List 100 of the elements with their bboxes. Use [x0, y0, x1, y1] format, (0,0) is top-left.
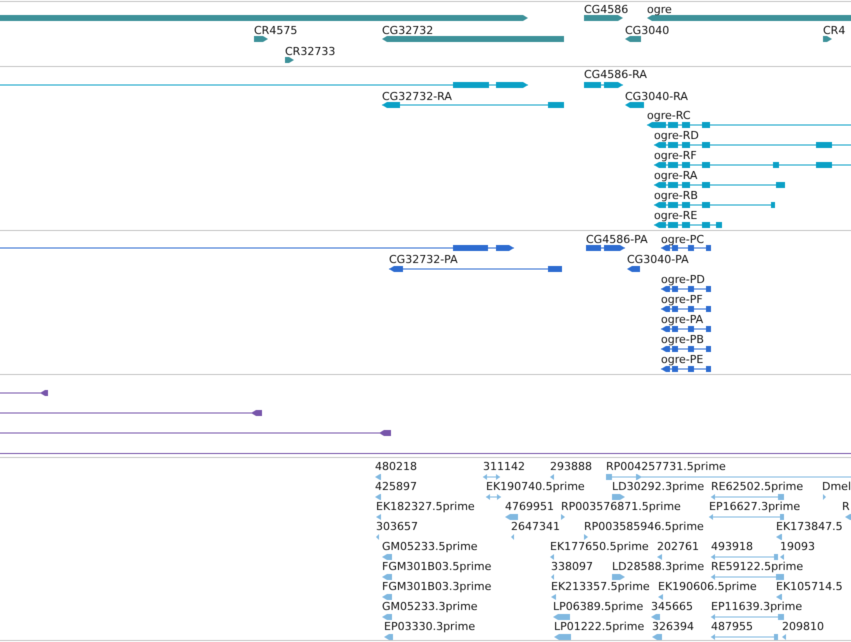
feature-label: EK182327.5prime — [376, 500, 475, 513]
feature-label: CG3040 — [625, 24, 670, 37]
feature-label: EP11639.3prime — [711, 600, 802, 613]
est-glyph — [486, 494, 501, 500]
feature-label: CG32732-RA — [382, 90, 452, 103]
est-glyph — [553, 614, 570, 620]
feature-label: ogre-RB — [654, 189, 698, 202]
feature-label: CG3040-RA — [625, 90, 688, 103]
feature-label: ogre-RF — [654, 149, 697, 162]
gene-glyph — [254, 36, 268, 42]
est-glyph — [376, 534, 379, 540]
feature-label: LP01222.5prime — [554, 620, 644, 633]
est-glyph — [382, 574, 392, 580]
est-glyph — [551, 574, 554, 580]
gene-glyph — [584, 15, 623, 21]
protein-glyph — [661, 346, 711, 352]
est-glyph — [505, 514, 518, 520]
feature-label: 425897 — [375, 480, 417, 493]
feature-label: 487955 — [711, 620, 753, 633]
est-glyph — [511, 534, 514, 540]
transcript-glyph — [584, 82, 623, 88]
feature-label: EK105714.5 — [776, 580, 843, 593]
feature-label: 303657 — [376, 520, 418, 533]
feature-label: 311142 — [483, 460, 525, 473]
feature-label: CG3040-PA — [627, 253, 689, 266]
est-glyph — [375, 474, 381, 480]
feature-label: GM05233.5prime — [382, 540, 478, 553]
est-glyph — [554, 634, 571, 640]
gene-glyph — [285, 57, 294, 63]
feature-label: ogre-PA — [661, 313, 704, 326]
feature-label: LP06389.5prime — [553, 600, 644, 613]
est-glyph — [711, 554, 778, 560]
feature-label: R — [842, 500, 850, 513]
protein-glyph — [586, 245, 625, 251]
feature-label: 345665 — [651, 600, 693, 613]
feature-label: 293888 — [550, 460, 592, 473]
feature-label: RE59122.5prime — [711, 560, 804, 573]
est-glyph — [780, 554, 784, 560]
est-glyph — [612, 494, 625, 500]
feature-label: ogre-PC — [661, 233, 704, 246]
est-glyph — [384, 634, 393, 640]
feature-label: CR4 — [823, 24, 846, 37]
est-glyph — [551, 594, 556, 600]
est-glyph — [561, 514, 565, 520]
feature-label: CG32732 — [382, 24, 434, 37]
feature-label: 202761 — [657, 540, 699, 553]
protein-glyph — [661, 306, 711, 312]
feature-label: 338097 — [551, 560, 593, 573]
feature-label: FGM301B03.5prime — [382, 560, 492, 573]
est-glyph — [612, 574, 625, 580]
est-glyph — [651, 614, 660, 620]
est-glyph — [550, 474, 554, 480]
est-glyph — [376, 514, 381, 520]
feature-label: CR32733 — [285, 45, 336, 58]
est-glyph — [657, 554, 662, 560]
est-glyph — [711, 634, 778, 640]
feature-label: 480218 — [375, 460, 417, 473]
protein-glyph — [661, 366, 711, 372]
feature-label: ogre-PE — [661, 353, 704, 366]
est-glyph — [776, 594, 782, 600]
feature-label: 493918 — [711, 540, 753, 553]
est-glyph — [382, 594, 392, 600]
feature-label: RP003576871.5prime — [561, 500, 681, 513]
feature-label: RP003585946.5prime — [584, 520, 704, 533]
feature-label: EK213357.5prime — [551, 580, 650, 593]
feature-label: ogre-PB — [661, 333, 704, 346]
protein-glyph — [661, 245, 711, 251]
est-glyph — [782, 634, 786, 640]
feature-label: EK173847.5 — [776, 520, 843, 533]
est-glyph — [382, 554, 392, 560]
est-glyph — [584, 534, 588, 540]
feature-label: ogre-RE — [654, 209, 698, 222]
feature-label: EP03330.3prime — [384, 620, 476, 633]
feature-label: EK190606.5prime — [658, 580, 757, 593]
feature-label: ogre — [647, 3, 672, 16]
transcript-glyph — [654, 222, 722, 228]
match-glyph — [0, 390, 48, 396]
est-glyph — [823, 494, 826, 500]
feature-label: EK177650.5prime — [550, 540, 649, 553]
feature-label: ogre-PD — [661, 273, 705, 286]
gene-glyph — [625, 36, 641, 42]
feature-label: ogre-RC — [647, 109, 691, 122]
feature-label: Dmel — [822, 480, 851, 493]
feature-label: CG4586-PA — [586, 233, 648, 246]
feature-label: RE62502.5prime — [711, 480, 804, 493]
est-glyph — [483, 474, 500, 480]
feature-label: RP004257731.5prime — [606, 460, 726, 473]
feature-label: CG4586 — [584, 3, 628, 16]
est-glyph — [652, 634, 662, 640]
feature-label: 2647341 — [511, 520, 560, 533]
feature-label: GM05233.3prime — [382, 600, 478, 613]
protein-glyph — [627, 266, 640, 272]
feature-label: 326394 — [652, 620, 694, 633]
est-glyph — [550, 554, 554, 560]
feature-label: LD28588.3prime — [612, 560, 704, 573]
feature-label: CG4586-RA — [584, 68, 647, 81]
feature-label: 19093 — [780, 540, 815, 553]
feature-label: ogre-RA — [654, 169, 698, 182]
feature-label: CG32732-PA — [389, 253, 458, 266]
est-glyph — [776, 534, 782, 540]
